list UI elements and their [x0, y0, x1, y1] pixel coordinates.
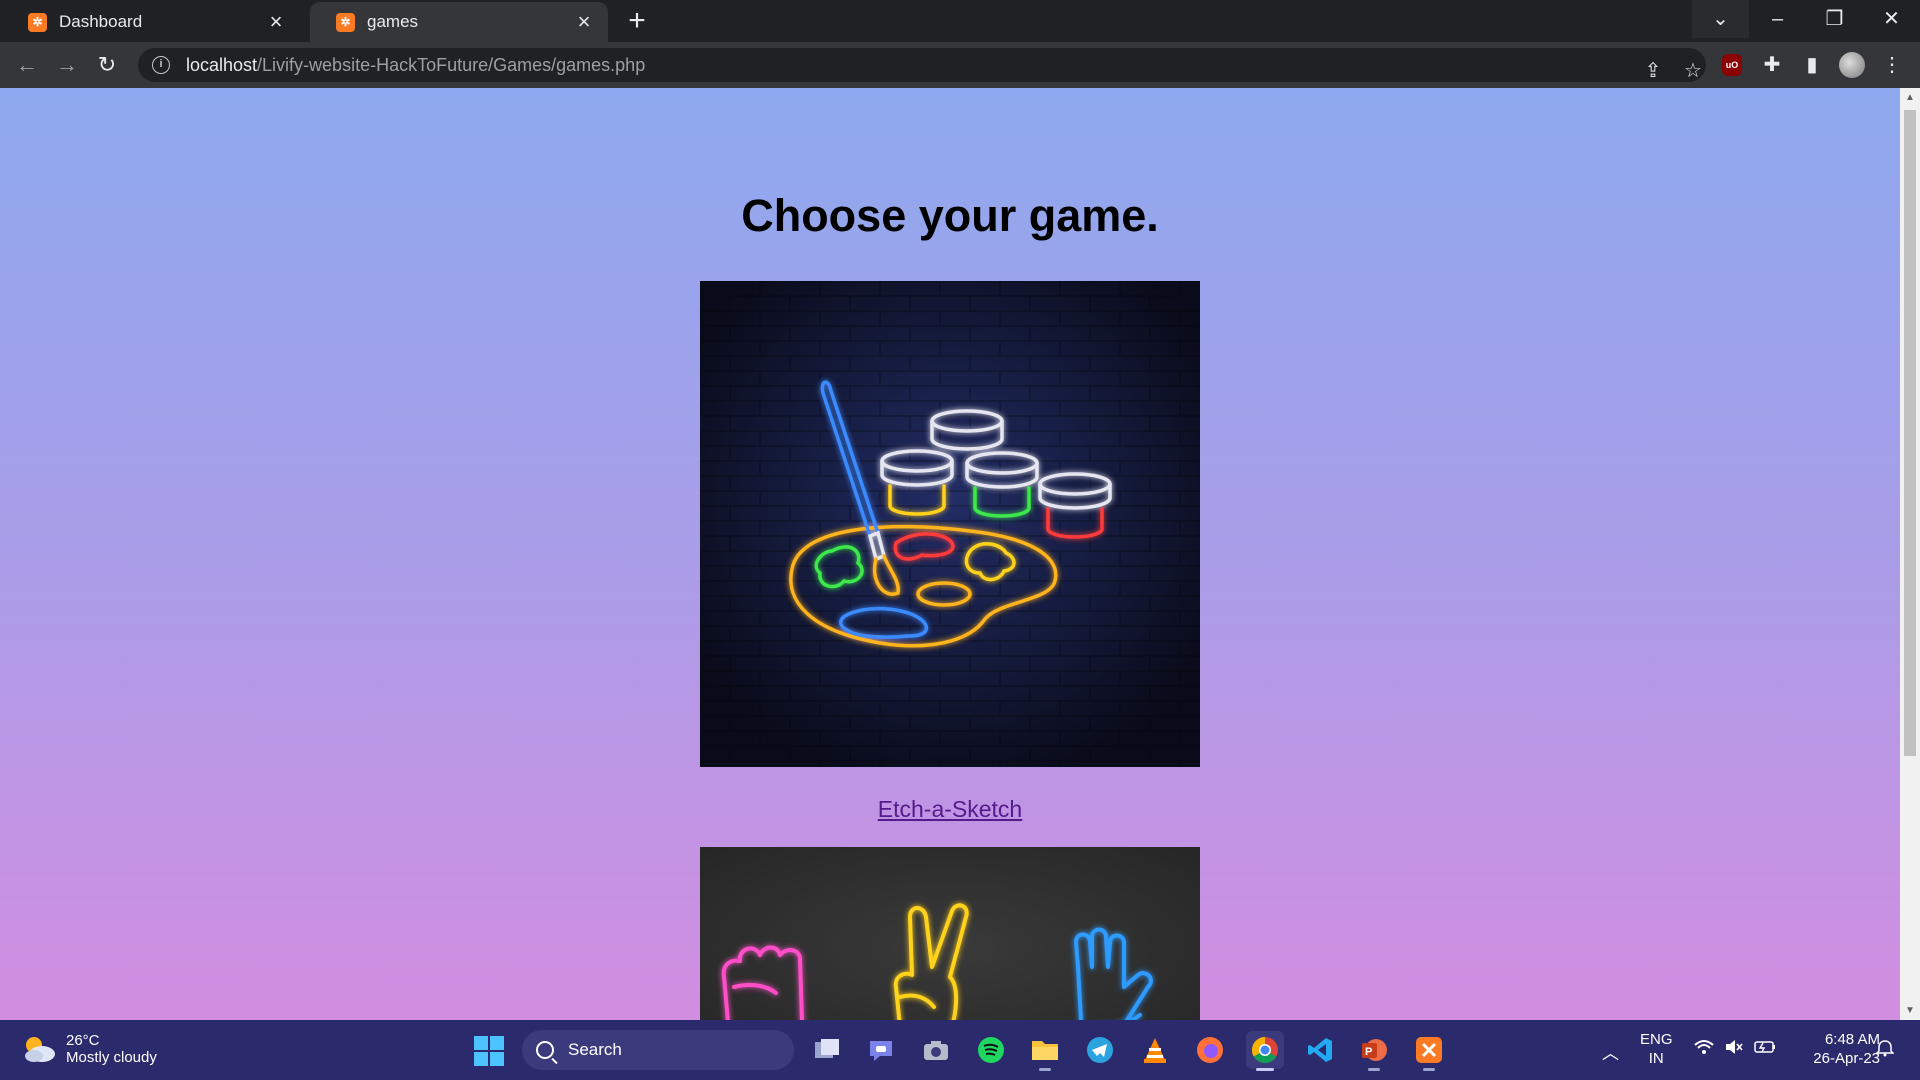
- etch-a-sketch-link[interactable]: Etch-a-Sketch: [0, 796, 1900, 823]
- page-content: Choose your game. Etch-a-Sketch: [0, 88, 1900, 1020]
- wifi-icon[interactable]: [1694, 1039, 1714, 1060]
- page-title: Choose your game.: [741, 190, 1159, 241]
- search-icon: [536, 1041, 554, 1059]
- profile-avatar[interactable]: [1837, 50, 1867, 80]
- spotify-icon[interactable]: [972, 1031, 1010, 1069]
- rock-paper-scissors-image[interactable]: [700, 847, 1200, 1020]
- cloudy-weather-icon: [22, 1034, 56, 1064]
- site-info-icon[interactable]: i: [152, 56, 170, 74]
- close-tab-icon[interactable]: ×: [266, 11, 286, 33]
- region-code: IN: [1648, 1050, 1664, 1067]
- clock-date: 26-Apr-23: [1813, 1050, 1880, 1067]
- vlc-icon[interactable]: [1136, 1031, 1174, 1069]
- restore-button[interactable]: ❐: [1806, 0, 1863, 38]
- language-indicator[interactable]: ENG IN: [1640, 1030, 1673, 1080]
- tab-search-chevron-icon[interactable]: ⌄: [1692, 0, 1749, 38]
- svg-text:P: P: [1365, 1046, 1372, 1058]
- share-icon[interactable]: ⇪: [1640, 58, 1666, 84]
- task-view-icon[interactable]: [808, 1031, 846, 1069]
- url-path: /Livify-website-HackToFuture/Games/games…: [257, 54, 646, 75]
- taskbar-search[interactable]: Search: [522, 1030, 794, 1070]
- xampp-icon[interactable]: [1410, 1031, 1448, 1071]
- url-host: localhost: [186, 54, 258, 75]
- firefox-icon[interactable]: [1191, 1031, 1229, 1069]
- forward-button[interactable]: →: [50, 48, 84, 82]
- search-placeholder: Search: [568, 1040, 622, 1059]
- clock-time: 6:48 AM: [1824, 1031, 1880, 1048]
- teams-chat-icon[interactable]: [862, 1031, 900, 1069]
- browser-menu-icon[interactable]: ⋮: [1877, 50, 1907, 80]
- back-button[interactable]: ←: [10, 48, 44, 82]
- side-panel-icon[interactable]: ▮: [1797, 50, 1827, 80]
- neon-rock-paper-scissors-image: [700, 847, 1200, 1020]
- tab-games[interactable]: ✲ games ×: [310, 2, 608, 42]
- page-scrollbar[interactable]: ▲ ▼: [1900, 88, 1920, 1020]
- screen: ✲ Dashboard × ✲ games × + ⌄ – ❐ ✕ ← → ↻ …: [0, 0, 1920, 1080]
- battery-icon[interactable]: [1754, 1039, 1776, 1060]
- extensions-puzzle-icon[interactable]: ✚: [1757, 50, 1787, 80]
- camera-icon[interactable]: [917, 1031, 955, 1069]
- scroll-down-arrow-icon[interactable]: ▼: [1900, 1005, 1920, 1016]
- weather-temperature: 26°C: [66, 1032, 100, 1049]
- xampp-favicon-icon: ✲: [336, 12, 355, 32]
- file-explorer-icon[interactable]: [1026, 1031, 1064, 1071]
- weather-widget[interactable]: 26°C Mostly cloudy: [22, 1032, 157, 1066]
- powerpoint-icon[interactable]: P: [1355, 1031, 1393, 1071]
- neon-paint-palette-image: [700, 281, 1200, 767]
- windows-start-icon[interactable]: [474, 1036, 504, 1066]
- weather-description: Mostly cloudy: [66, 1049, 157, 1066]
- etch-a-sketch-image[interactable]: [700, 281, 1200, 767]
- tab-title: Dashboard: [59, 12, 143, 31]
- speaker-muted-icon[interactable]: [1724, 1039, 1744, 1060]
- bookmark-star-icon[interactable]: ☆: [1680, 58, 1706, 84]
- notifications-bell-icon[interactable]: [1875, 1039, 1895, 1062]
- address-bar[interactable]: i localhost/Livify-website-HackToFuture/…: [138, 48, 1706, 82]
- tab-title: games: [367, 12, 419, 31]
- windows-taskbar: 26°C Mostly cloudy Search P ︿ ENG IN 6:4…: [0, 1020, 1920, 1080]
- show-hidden-icons-chevron-icon[interactable]: ︿: [1602, 1039, 1619, 1064]
- ublock-extension-icon[interactable]: uO: [1717, 50, 1747, 80]
- new-tab-button[interactable]: +: [620, 6, 654, 36]
- vscode-icon[interactable]: [1301, 1031, 1339, 1069]
- close-tab-icon[interactable]: ×: [574, 11, 594, 33]
- tab-dashboard[interactable]: ✲ Dashboard ×: [2, 2, 300, 42]
- telegram-icon[interactable]: [1081, 1031, 1119, 1069]
- close-window-button[interactable]: ✕: [1863, 0, 1920, 38]
- system-clock[interactable]: 6:48 AM 26-Apr-23: [1790, 1030, 1880, 1080]
- browser-toolbar: ← → ↻ i localhost/Livify-website-HackToF…: [0, 42, 1920, 88]
- minimize-button[interactable]: –: [1749, 0, 1806, 38]
- chrome-icon[interactable]: [1246, 1031, 1284, 1071]
- xampp-favicon-icon: ✲: [28, 12, 47, 32]
- scroll-up-arrow-icon[interactable]: ▲: [1900, 92, 1920, 103]
- reload-button[interactable]: ↻: [90, 48, 124, 82]
- tab-strip: ✲ Dashboard × ✲ games × + ⌄ – ❐ ✕: [0, 0, 1920, 42]
- language-code: ENG: [1640, 1031, 1673, 1048]
- scroll-thumb[interactable]: [1904, 110, 1916, 756]
